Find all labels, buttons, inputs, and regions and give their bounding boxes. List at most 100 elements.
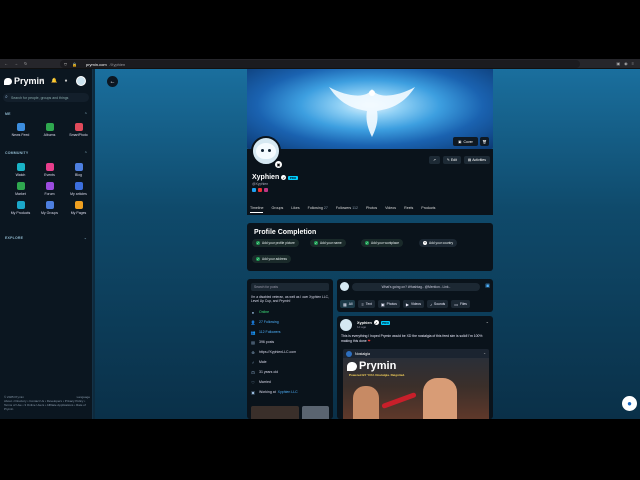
camera-icon[interactable]: ▣ [485, 283, 490, 289]
section-explore[interactable]: EXPLORE ⌄ [5, 236, 87, 240]
social-links [252, 188, 268, 192]
work-link[interactable]: Xyphien LLC [278, 390, 298, 394]
completion-item[interactable]: ✓ Add your profile picture [252, 239, 299, 247]
sidebar-item-label: Blog [74, 173, 82, 177]
photo-thumbnail[interactable] [251, 406, 299, 419]
stats-button[interactable]: ↗ [428, 156, 440, 164]
tab-groups[interactable]: Groups [271, 206, 283, 210]
camera-icon: ▣ [458, 139, 462, 144]
back-arrow-icon[interactable]: ← [4, 61, 8, 66]
shared-video[interactable]: Prymin Powered BY YOU. Nostalgia. Reigni… [343, 358, 489, 419]
tab-followers[interactable]: Followers112 [336, 206, 358, 210]
posts-text: 396 posts [259, 340, 275, 344]
post-author-name[interactable]: Xyphien [357, 321, 372, 325]
menu-icon[interactable]: ≡ [632, 61, 634, 66]
completion-item[interactable]: + Add your country [419, 239, 458, 247]
sidebar-item-forum[interactable]: Forum [35, 182, 64, 196]
composer-tab-photos[interactable]: ▣ Photos [377, 300, 400, 308]
composer-tab-text[interactable]: ≡ Text [358, 300, 375, 308]
sidebar-search-input[interactable]: ⌕ Search for people, groups and things [3, 93, 89, 102]
tab-label: Followers [335, 206, 352, 210]
cover-button[interactable]: ▣ Cover [453, 137, 478, 146]
tab-reels[interactable]: Reels [404, 206, 413, 210]
section-community[interactable]: COMMUNITY ^ [5, 151, 87, 155]
composer-tab-label: Photos [386, 302, 397, 306]
cover-button-label: Cover [463, 139, 473, 144]
sidebar-item-market[interactable]: Market [6, 182, 35, 196]
status-row: ● Online [251, 310, 269, 315]
text-icon: ≡ [361, 301, 364, 307]
completion-item[interactable]: ✓ Add your address [252, 255, 291, 263]
tab-products[interactable]: Products [421, 206, 435, 210]
post-menu-icon[interactable]: ⌄ [486, 319, 489, 324]
twitter-icon[interactable] [252, 188, 256, 192]
shared-post[interactable]: Nostalgia ⌄ Prymin Powered BY YOU. Nosta… [343, 349, 489, 419]
sidebar-item-albums[interactable]: Albums [35, 123, 64, 137]
avatar-face [256, 143, 276, 159]
notifications-icon[interactable]: 🔔 [51, 78, 57, 84]
image-icon: ▣ [380, 301, 385, 307]
my-groups-icon [45, 201, 54, 209]
community-grid: Watch Events Blog Market Forum My articles My … [6, 163, 93, 215]
website-row[interactable]: ⊕ https://XyphienLLC.com [251, 350, 296, 355]
sidebar-item-watch[interactable]: Watch [6, 163, 35, 177]
composer-tab-sounds[interactable]: ♪ Sounds [427, 300, 449, 308]
address-bar[interactable]: ⛉ 🔒 prymin.com/Xyphien [60, 60, 580, 68]
tab-likes[interactable]: Likes [291, 206, 299, 210]
cover-image: ▣ Cover 🗑 [247, 69, 493, 149]
posts-row: ▤ 396 posts [251, 340, 275, 345]
video-prop [381, 391, 417, 410]
composer-tab-videos[interactable]: ▶ Videos [402, 300, 424, 308]
tab-following[interactable]: Following27 [308, 206, 328, 210]
sidebar-item-my-articles[interactable]: My articles [64, 182, 93, 196]
composer-tab-all[interactable]: ▦ All [340, 300, 356, 308]
activities-button[interactable]: ▤ Activities [463, 156, 490, 164]
sidebar-item-events[interactable]: Events [35, 163, 64, 177]
sidebar-item-blog[interactable]: Blog [64, 163, 93, 177]
back-button[interactable]: ← [107, 76, 118, 87]
section-me[interactable]: ME ^ [5, 112, 87, 116]
tab-timeline[interactable]: Timeline [250, 206, 264, 213]
user-avatar[interactable] [76, 76, 86, 86]
friends-icon[interactable]: ● [64, 78, 67, 84]
account-icon[interactable]: ◉ [624, 61, 628, 66]
edit-button[interactable]: ✎ Edit [442, 156, 461, 164]
composer-input[interactable]: What's going on? #Hashtag.. @Mention.. L… [352, 283, 480, 291]
sidebar-item-my-pages[interactable]: My Pages [64, 201, 93, 215]
forward-arrow-icon[interactable]: → [14, 61, 18, 66]
photo-thumbnail[interactable] [302, 406, 329, 419]
tab-photos[interactable]: Photos [366, 206, 377, 210]
prymin-logo[interactable]: Prymin [4, 76, 45, 86]
post-time[interactable]: 1d ago [357, 325, 366, 329]
instagram-icon[interactable] [264, 188, 268, 192]
completion-item-label: Add your country [429, 241, 454, 245]
following-row[interactable]: 👤 27 Following [251, 320, 279, 325]
completion-item[interactable]: ✓ Add your workplace [361, 239, 403, 247]
reload-icon[interactable]: ↻ [24, 61, 27, 66]
sidebar-footer: © 2025 Prymin Language About • Directory… [4, 395, 90, 411]
profile-tabs: Timeline Groups Likes Following27 Followers1… [250, 203, 435, 213]
messages-icon[interactable]: ✉ [40, 78, 44, 84]
tab-videos[interactable]: Videos [385, 206, 396, 210]
gender-icon: ♂ [251, 359, 255, 365]
post-card: Xyphien ✓ PRO 1d ago ⌄ This is everythin… [337, 316, 493, 419]
post-author-avatar[interactable] [340, 319, 352, 331]
sidebar-item-my-groups[interactable]: My Groups [35, 201, 64, 215]
grid-icon: ▦ [343, 301, 347, 307]
sidebar-item-news-feed[interactable]: News Feed [6, 123, 35, 137]
post-search-input[interactable]: Search for posts [251, 283, 329, 291]
cover-delete-button[interactable]: 🗑 [480, 137, 489, 146]
sidebar-item-smartphoto[interactable]: SmartPhoto [64, 123, 93, 137]
shared-author[interactable]: Nostalgia [355, 352, 370, 356]
footer-links[interactable]: About • Directory • Contact Us • Develop… [4, 399, 90, 411]
followers-row[interactable]: 👥 112 Followers [251, 330, 281, 335]
shared-menu-icon[interactable]: ⌄ [483, 351, 486, 355]
composer-tab-files[interactable]: ▭ Files [451, 300, 470, 308]
youtube-icon[interactable] [258, 188, 262, 192]
extension-icon[interactable]: ▣ [616, 61, 620, 66]
post-text: This is everything I hoped Prymin would … [341, 334, 489, 343]
chat-fab-button[interactable]: ● [622, 396, 637, 411]
completion-item[interactable]: ✓ Add your name [310, 239, 346, 247]
avatar-camera-icon[interactable]: ▣ [275, 161, 282, 168]
sidebar-item-my-products[interactable]: My Products [6, 201, 35, 215]
